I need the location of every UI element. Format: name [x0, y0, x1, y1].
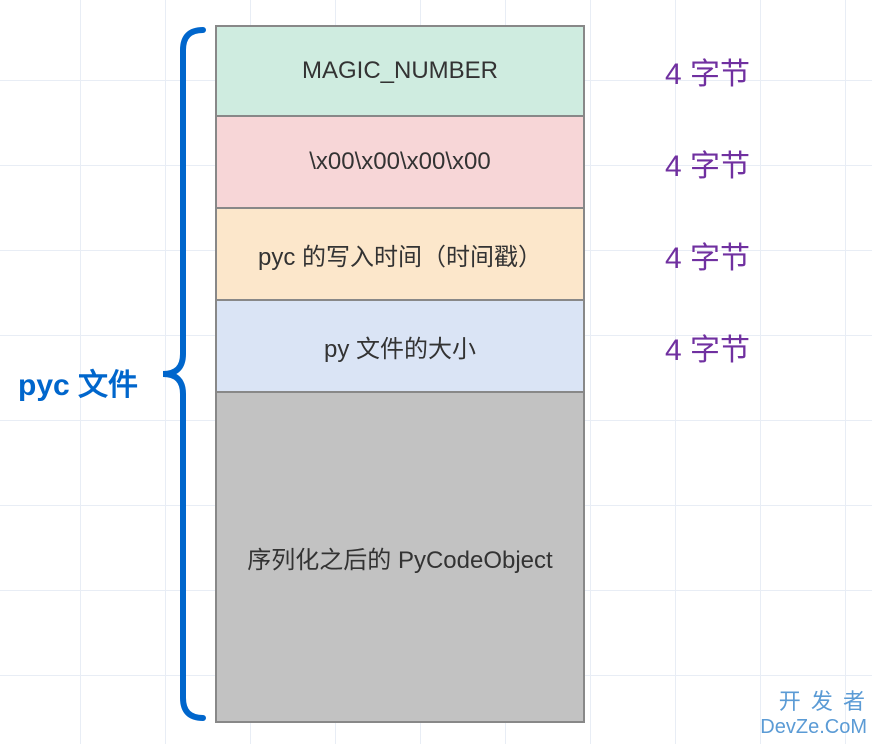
row-timestamp: pyc 的写入时间（时间戳）	[215, 209, 585, 301]
row-filesize: py 文件的大小	[215, 301, 585, 393]
diagram-container: pyc 文件 MAGIC_NUMBER \x00\x00\x00\x00 pyc…	[0, 25, 872, 725]
file-type-label: pyc 文件	[18, 360, 138, 404]
bracket-icon	[148, 25, 208, 723]
size-label-3: 4 字节	[620, 209, 750, 301]
size-label-4: 4 字节	[620, 301, 750, 393]
size-label-2: 4 字节	[620, 117, 750, 209]
row-text: MAGIC_NUMBER	[302, 57, 498, 85]
row-magic-number: MAGIC_NUMBER	[215, 25, 585, 117]
row-text: 序列化之后的 PyCodeObject	[247, 540, 552, 575]
row-pycodeobject: 序列化之后的 PyCodeObject	[215, 393, 585, 723]
row-text: pyc 的写入时间（时间戳）	[258, 237, 542, 272]
watermark: 开 发 者 DevZe.CoM	[760, 689, 867, 739]
size-label-1: 4 字节	[620, 25, 750, 117]
watermark-line1: 开 发 者	[760, 689, 867, 715]
size-labels-column: 4 字节 4 字节 4 字节 4 字节	[620, 25, 750, 393]
row-null-bytes: \x00\x00\x00\x00	[215, 117, 585, 209]
pyc-structure-diagram: MAGIC_NUMBER \x00\x00\x00\x00 pyc 的写入时间（…	[215, 25, 585, 723]
watermark-line2: DevZe.CoM	[760, 715, 867, 739]
row-text: py 文件的大小	[324, 329, 476, 364]
row-text: \x00\x00\x00\x00	[309, 148, 490, 176]
